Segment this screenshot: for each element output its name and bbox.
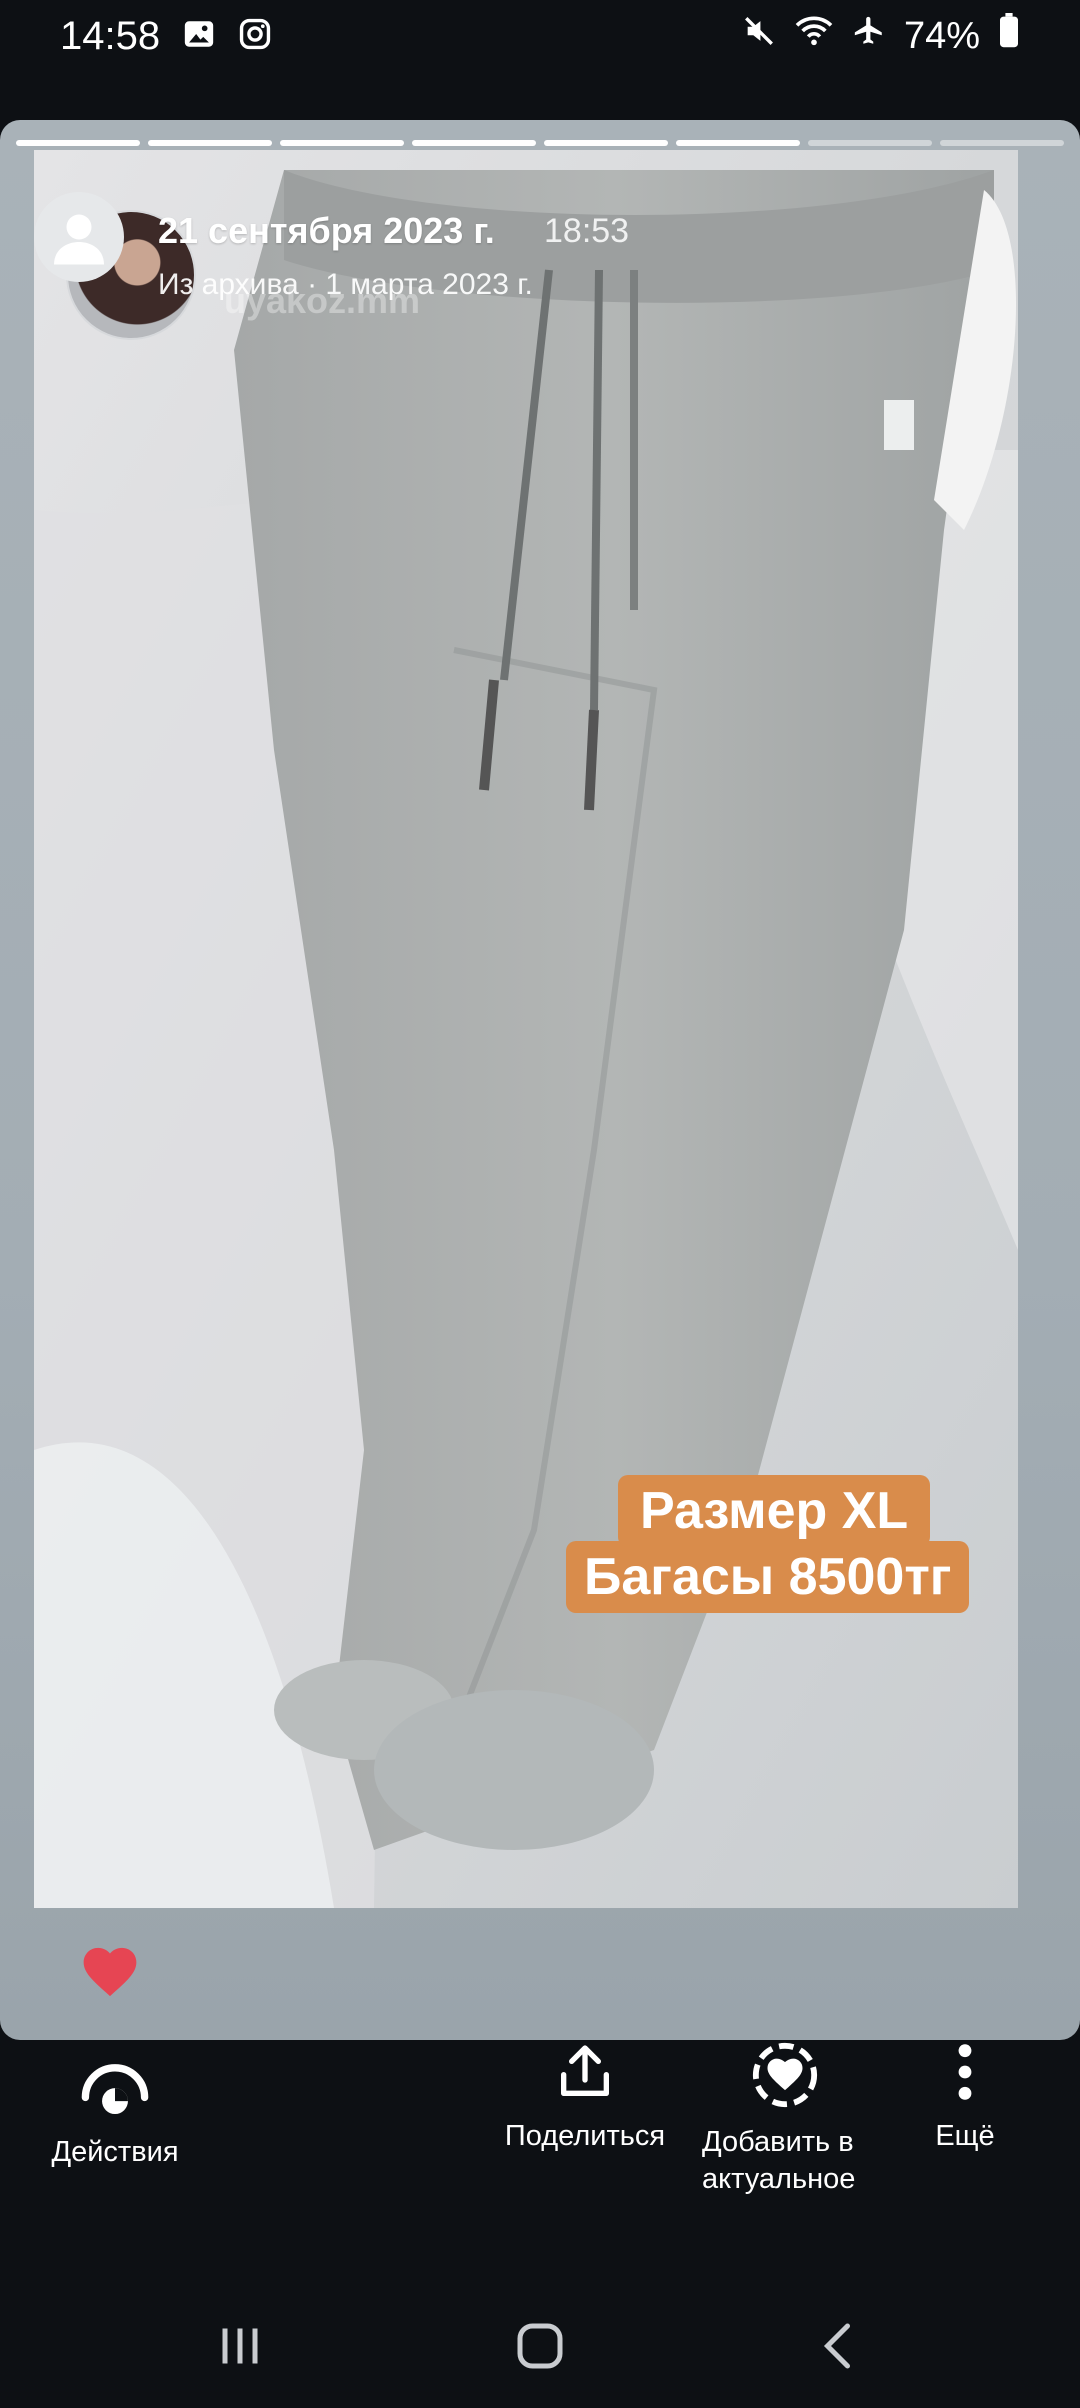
progress-segment bbox=[280, 140, 404, 146]
story-image[interactable] bbox=[34, 150, 1018, 1908]
story-progress-bar bbox=[16, 140, 1064, 146]
instagram-icon bbox=[238, 17, 272, 56]
eye-activity-icon bbox=[81, 2064, 149, 2115]
status-bar: 14:58 74% bbox=[0, 0, 1080, 72]
avatar[interactable] bbox=[34, 192, 124, 282]
recents-icon[interactable] bbox=[210, 2316, 270, 2381]
heart-icon[interactable] bbox=[78, 1940, 142, 1998]
story-viewer[interactable]: uyakoz.mm 21 сентября 2023 г. 18:53 Из а… bbox=[0, 120, 1080, 2040]
wifi-icon bbox=[794, 14, 834, 58]
system-navigation-bar bbox=[0, 2290, 1080, 2408]
more-vertical-icon bbox=[958, 2044, 972, 2100]
battery-percentage: 74% bbox=[903, 14, 980, 57]
status-time: 14:58 bbox=[60, 13, 161, 58]
add-to-highlights-button[interactable]: Добавить в актуальное bbox=[690, 2040, 880, 2198]
activity-button[interactable]: Действия bbox=[40, 2060, 190, 2171]
airplane-icon bbox=[852, 14, 886, 58]
activity-label: Действия bbox=[51, 2136, 179, 2168]
share-icon bbox=[561, 2045, 609, 2096]
progress-segment bbox=[148, 140, 272, 146]
highlight-label-line2: актуальное bbox=[702, 2163, 856, 2195]
highlight-heart-icon bbox=[752, 2042, 818, 2108]
more-label: Ещё bbox=[935, 2120, 995, 2152]
highlight-label-line1: Добавить в bbox=[702, 2126, 854, 2158]
progress-segment bbox=[940, 140, 1064, 146]
price-sticker: Размер XL Багасы 8500тг bbox=[566, 1475, 970, 1613]
story-header: uyakoz.mm 21 сентября 2023 г. 18:53 Из а… bbox=[34, 170, 734, 340]
story-time: 18:53 bbox=[544, 212, 630, 250]
battery-icon bbox=[998, 13, 1020, 59]
price-label: Багасы 8500тг bbox=[566, 1541, 970, 1613]
progress-segment bbox=[16, 140, 140, 146]
mute-icon bbox=[742, 14, 776, 58]
share-button[interactable]: Поделиться bbox=[490, 2040, 680, 2155]
progress-segment bbox=[808, 140, 932, 146]
progress-segment bbox=[676, 140, 800, 146]
progress-segment bbox=[412, 140, 536, 146]
story-action-bar: Действия Поделиться Добавить в актуально… bbox=[0, 2040, 1080, 2240]
story-date: 21 сентября 2023 г. bbox=[158, 210, 495, 251]
home-icon[interactable] bbox=[510, 2316, 570, 2381]
user-icon bbox=[54, 214, 104, 265]
progress-segment bbox=[544, 140, 668, 146]
size-label: Размер XL bbox=[618, 1475, 931, 1547]
archive-label: Из архива · 1 марта 2023 г. bbox=[158, 268, 533, 301]
highlight-label: Добавить в актуальное bbox=[690, 2124, 880, 2198]
gallery-icon bbox=[182, 17, 216, 56]
more-button[interactable]: Ещё bbox=[910, 2040, 1020, 2155]
share-label: Поделиться bbox=[504, 2120, 666, 2152]
sweatpants-photo bbox=[34, 150, 1018, 1908]
back-icon[interactable] bbox=[810, 2316, 870, 2381]
